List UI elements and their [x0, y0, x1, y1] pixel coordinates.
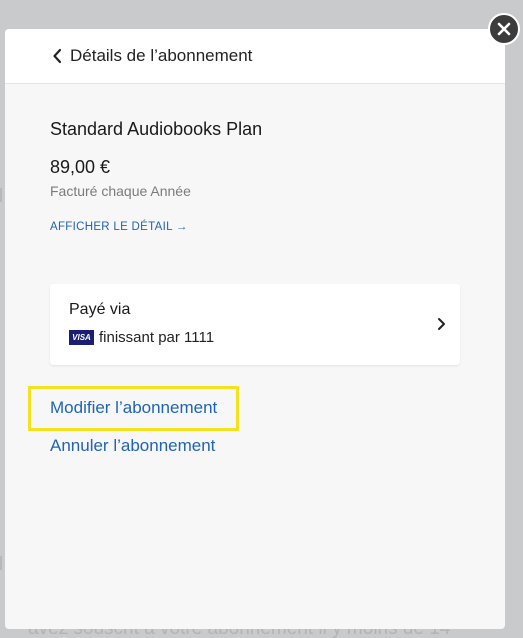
card-ending-text: finissant par 1111 — [99, 329, 215, 346]
modal-header: Détails de l’abonnement — [5, 29, 505, 84]
subscription-details-modal: Détails de l’abonnement Standard Audiobo… — [5, 29, 505, 629]
visa-icon: VISA — [69, 330, 94, 345]
plan-name: Standard Audiobooks Plan — [50, 119, 263, 139]
close-icon — [497, 22, 511, 36]
card-info: VISA finissant par 1111 — [69, 329, 214, 346]
cancel-subscription-link[interactable]: Annuler l’abonnement — [50, 436, 215, 456]
payment-title: Payé via — [69, 301, 131, 318]
modify-subscription-link[interactable]: Modifier l’abonnement — [50, 398, 217, 418]
chevron-right-icon — [438, 318, 445, 330]
plan-price: 89,00 € — [50, 157, 111, 177]
back-button[interactable]: Détails de l’abonnement — [52, 46, 252, 66]
chevron-left-icon — [53, 48, 62, 64]
show-details-link[interactable]: AFFICHER LE DÉTAIL → — [50, 221, 188, 233]
close-button[interactable] — [488, 13, 520, 45]
page-title: Détails de l’abonnement — [70, 46, 253, 65]
payment-method-card[interactable]: Payé via VISA finissant par 1111 — [50, 284, 460, 365]
billing-frequency: Facturé chaque Année — [50, 183, 191, 199]
